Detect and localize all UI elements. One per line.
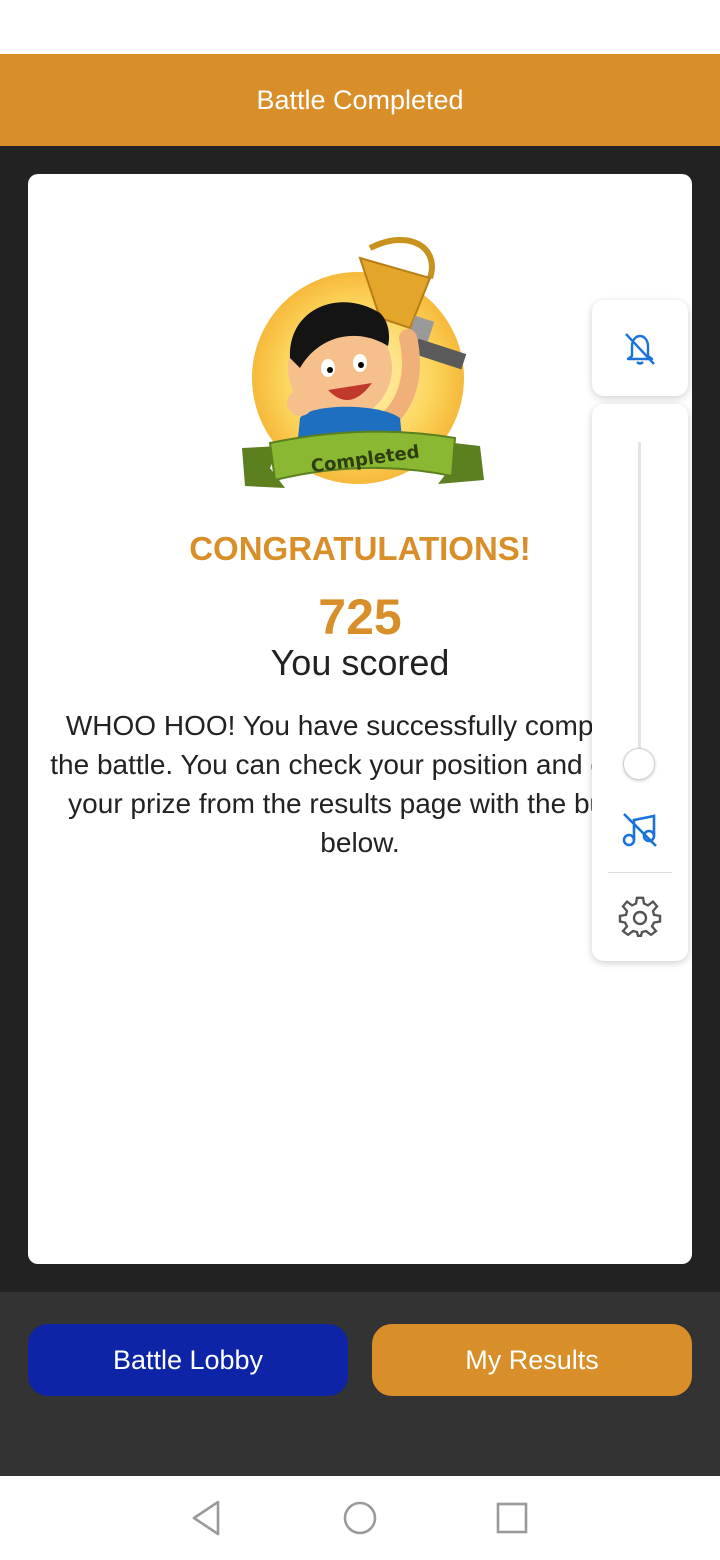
panel-divider	[608, 872, 672, 873]
my-results-button[interactable]: My Results	[372, 1324, 692, 1396]
my-results-label: My Results	[465, 1344, 599, 1375]
notifications-toggle[interactable]	[592, 300, 688, 396]
result-message: WHOO HOO! You have successfully complete…	[50, 710, 670, 858]
battle-lobby-label: Battle Lobby	[112, 1344, 264, 1375]
back-triangle-icon[interactable]	[184, 1496, 228, 1540]
app-header: Battle Completed	[0, 54, 720, 146]
music-off-icon[interactable]	[618, 808, 662, 852]
gear-icon[interactable]	[618, 896, 662, 940]
battle-lobby-button[interactable]: Battle Lobby	[28, 1324, 348, 1396]
home-circle-icon[interactable]	[338, 1496, 382, 1540]
sound-control-panel	[592, 404, 688, 961]
recents-square-icon[interactable]	[490, 1496, 534, 1540]
system-nav-bar	[0, 1476, 720, 1560]
volume-slider-thumb[interactable]	[623, 748, 655, 780]
page-title: Battle Completed	[256, 84, 464, 115]
bell-off-icon	[625, 333, 655, 365]
volume-slider-track[interactable]	[638, 442, 641, 764]
status-bar	[0, 0, 720, 54]
trophy-boy-illustration: Completed	[242, 236, 484, 488]
